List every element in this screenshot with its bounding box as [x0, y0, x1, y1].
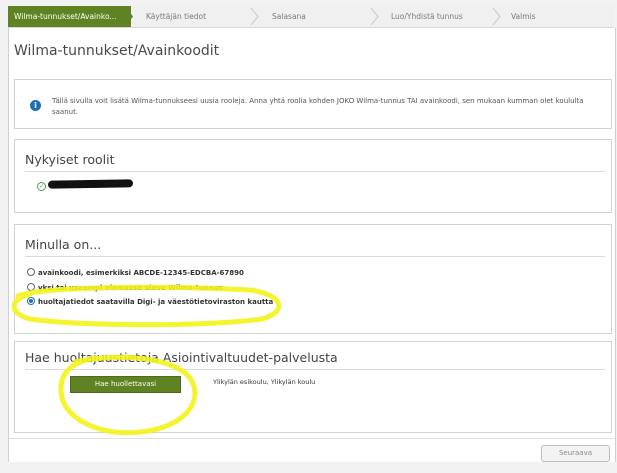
step-salasana[interactable]: Salasana: [272, 6, 306, 27]
footer-divider: [9, 438, 615, 439]
step-label: Wilma-tunnukset/Avainko...: [14, 12, 117, 21]
step-valmis[interactable]: Valmis: [511, 6, 536, 27]
wizard-steps: Wilma-tunnukset/Avainko... Käyttäjän tie…: [8, 6, 614, 28]
hae-huollettavasi-button[interactable]: Hae huollettavasi: [70, 376, 181, 393]
fetch-box: Hae huoltajuustietoja Asiointivaltuudet-…: [14, 341, 612, 433]
step-kayttajan-tiedot[interactable]: Käyttäjän tiedot: [146, 6, 206, 27]
page-title: Wilma-tunnukset/Avainkoodit: [14, 43, 220, 59]
minulla-on-box: Minulla on... avainkoodi, esimerkiksi AB…: [14, 224, 612, 334]
step-chevron-icon: [492, 8, 501, 25]
step-label: Salasana: [272, 12, 306, 21]
info-text: Tällä sivulla voit lisätä Wilma-tunnukse…: [52, 97, 584, 116]
option-label: huoltajatiedot saatavilla Digi- ja väest…: [38, 298, 274, 306]
step-chevron-icon: [370, 8, 379, 25]
step-wilma-tunnukset[interactable]: Wilma-tunnukset/Avainko...: [8, 6, 131, 27]
option-label: avainkoodi, esimerkiksi ABCDE-12345-EDCB…: [38, 269, 244, 277]
step-chevron-icon: [125, 8, 133, 25]
info-icon: i: [30, 100, 41, 111]
option-label: yksi tai useampi olemassa oleva Wilma-tu…: [38, 284, 223, 292]
step-label: Luo/Yhdistä tunnus: [391, 12, 463, 21]
school-text: Ylikylän esikoulu, Ylikylän koulu: [213, 378, 316, 386]
current-roles-box: Nykyiset roolit ✓: [14, 139, 612, 213]
section-divider: [25, 171, 605, 172]
info-box: i Tällä sivulla voit lisätä Wilma-tunnuk…: [14, 79, 612, 129]
radio-button[interactable]: [27, 283, 35, 291]
option-avainkoodi[interactable]: avainkoodi, esimerkiksi ABCDE-12345-EDCB…: [27, 268, 244, 277]
radio-button-selected[interactable]: [27, 297, 35, 305]
option-dvv[interactable]: huoltajatiedot saatavilla Digi- ja väest…: [27, 297, 273, 306]
step-chevron-icon: [250, 8, 259, 25]
page-bottom: [0, 463, 617, 473]
step-label: Käyttäjän tiedot: [146, 12, 207, 21]
section-divider: [25, 256, 605, 257]
step-luo-yhdista[interactable]: Luo/Yhdistä tunnus: [391, 6, 463, 27]
step-label: Valmis: [511, 12, 536, 21]
current-roles-title: Nykyiset roolit: [25, 152, 115, 167]
main-panel: Wilma-tunnukset/Avainkoodit i Tällä sivu…: [8, 28, 616, 462]
check-circle-icon: ✓: [37, 182, 46, 191]
option-wilma-tunnus[interactable]: yksi tai useampi olemassa oleva Wilma-tu…: [27, 283, 223, 292]
minulla-on-title: Minulla on...: [25, 237, 102, 252]
radio-button[interactable]: [27, 268, 35, 276]
redacted-role-name: [47, 179, 134, 189]
seuraava-button[interactable]: Seuraava: [541, 445, 610, 462]
section-divider: [25, 369, 605, 370]
fetch-title: Hae huoltajuustietoja Asiointivaltuudet-…: [25, 350, 338, 365]
